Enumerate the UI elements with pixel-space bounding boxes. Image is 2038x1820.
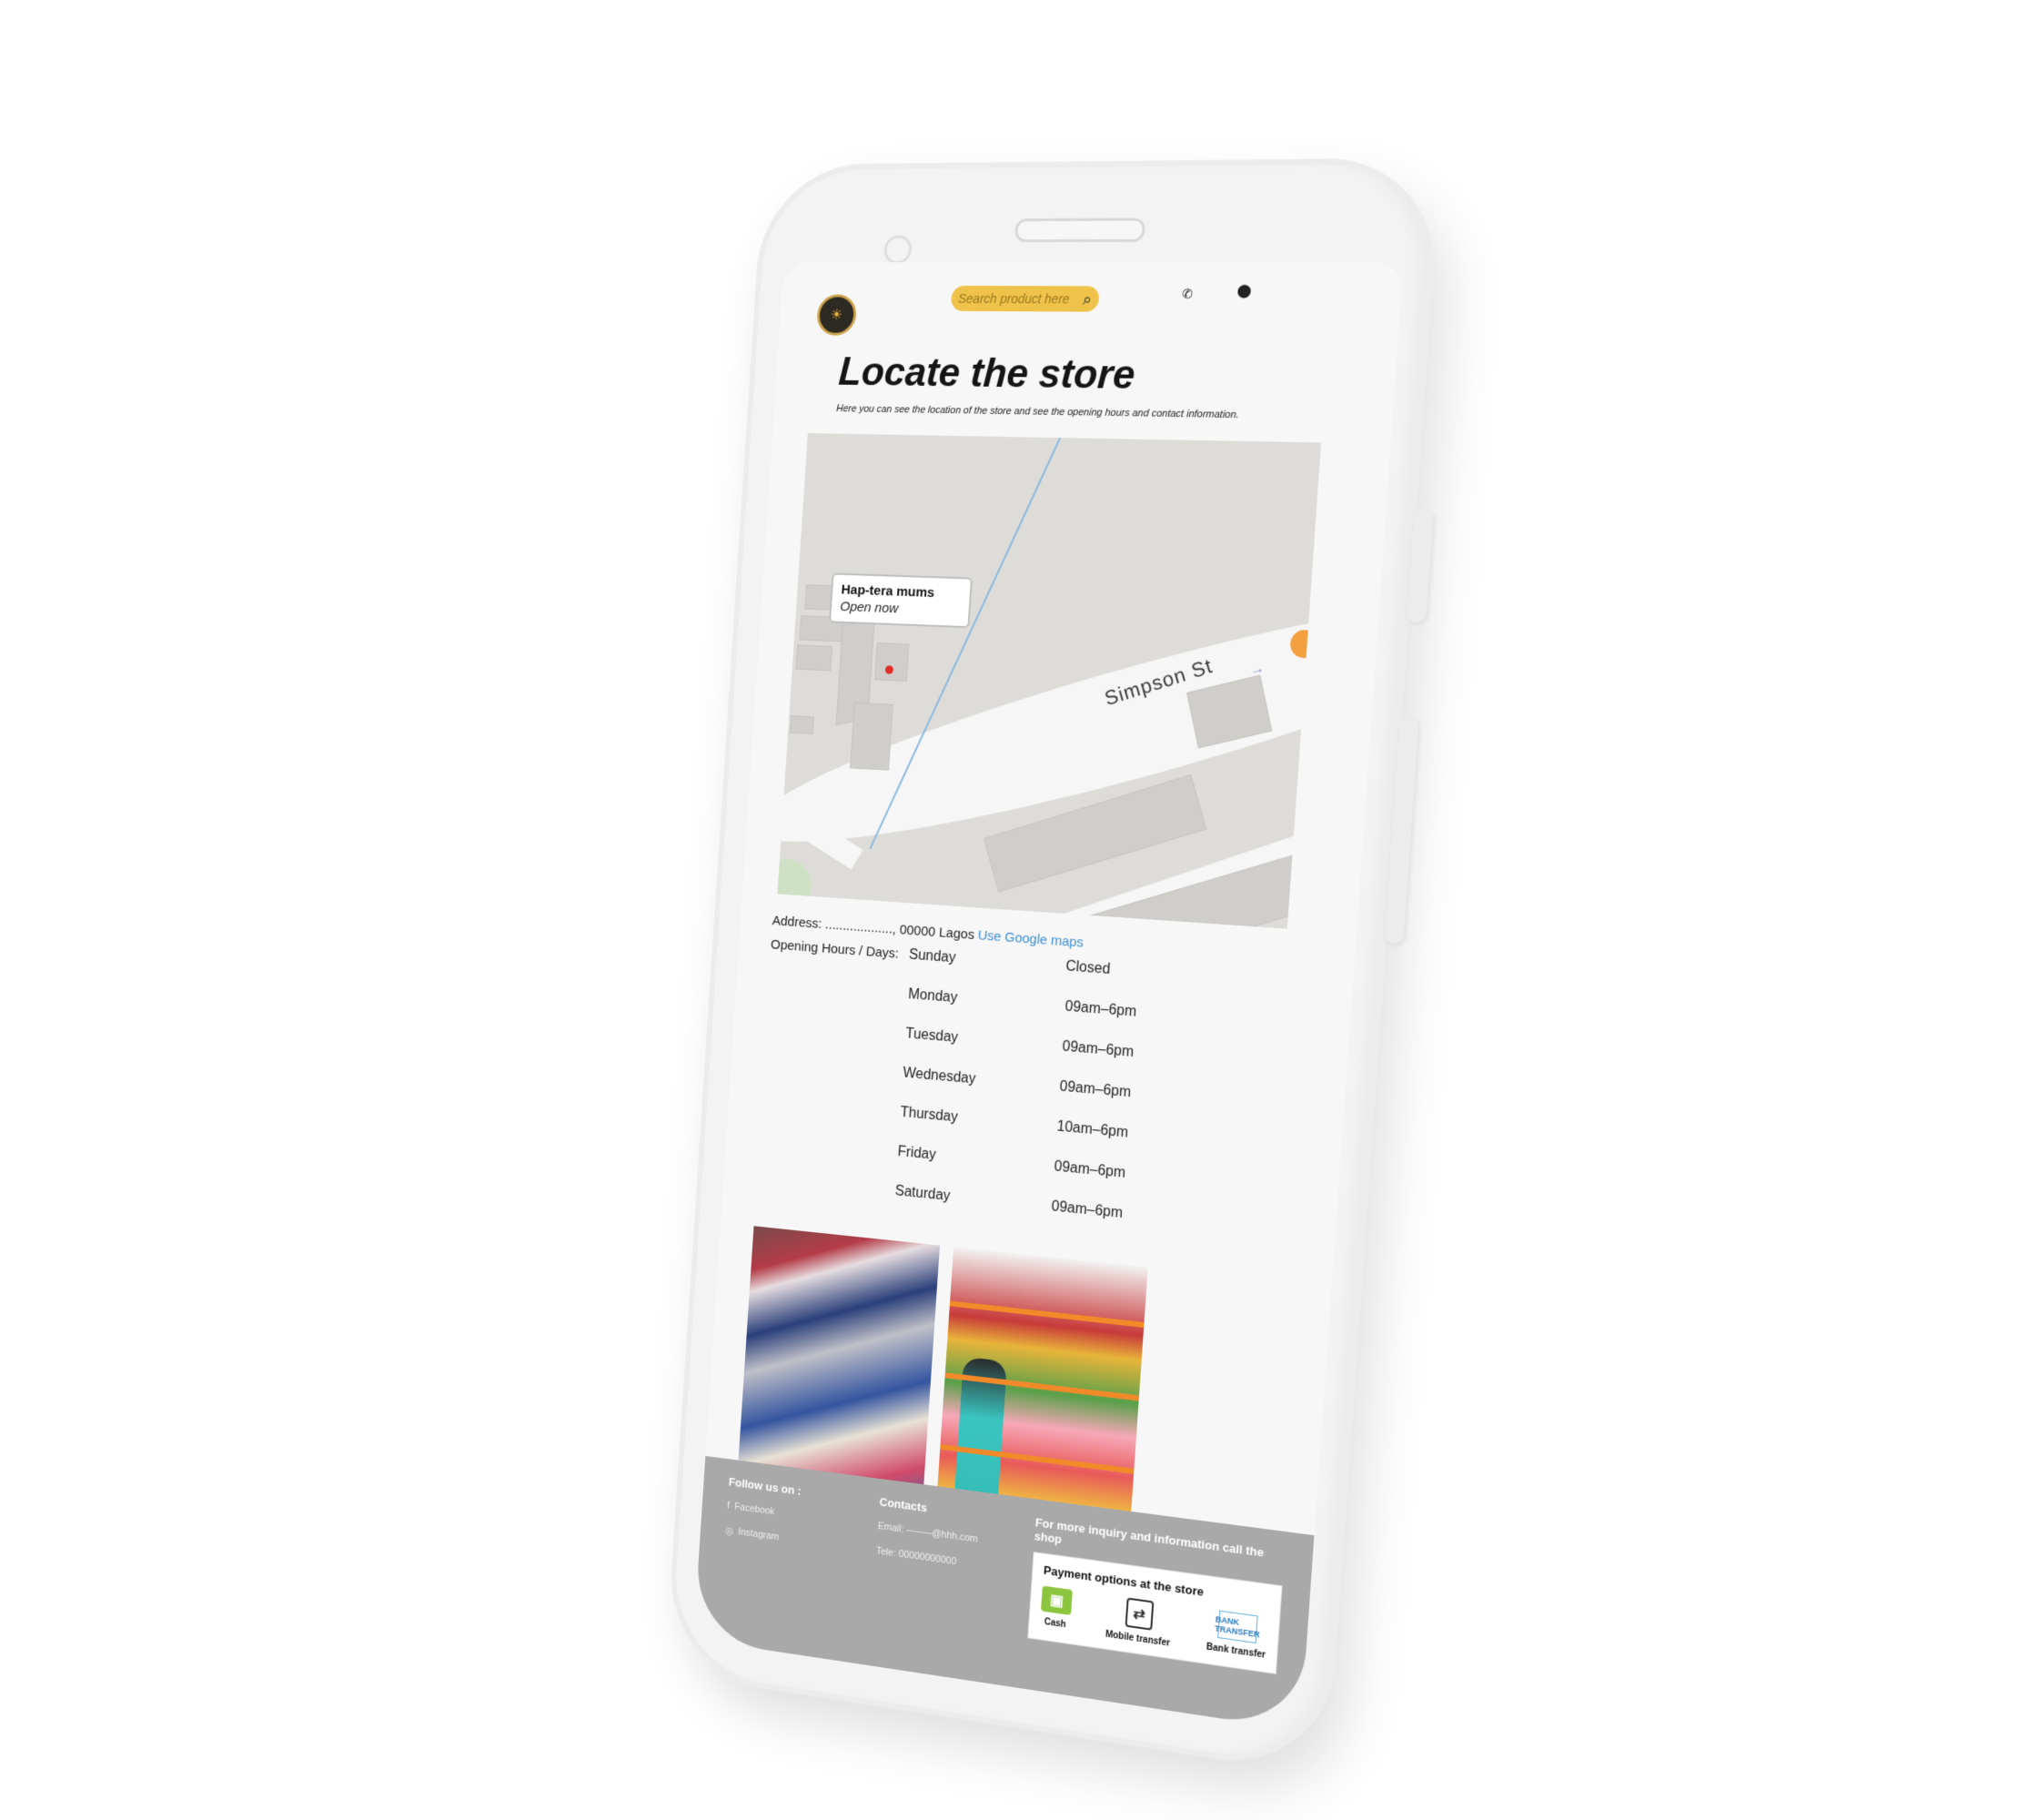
map-building <box>849 702 893 771</box>
store-name: Hap-tera mums <box>841 581 935 601</box>
payment-option-mobile: ⇄ Mobile transfer <box>1105 1595 1173 1649</box>
search-bar[interactable]: Search product here ⌕ <box>950 286 1100 312</box>
phone-icon[interactable]: ✆ <box>1182 287 1194 302</box>
footer-contacts: Contacts Email: --------@hhh.com Tele: 0… <box>870 1495 1010 1669</box>
page-title: Locate the store <box>837 349 1137 399</box>
store-status: Open now <box>839 599 899 617</box>
shelf-divider <box>940 1443 1135 1474</box>
email-text[interactable]: Email: --------@hhh.com <box>877 1521 1007 1549</box>
phone-speaker <box>1014 217 1146 243</box>
footer-social: Follow us on : f Facebook ◎ Instagram <box>719 1475 854 1646</box>
address-text: Address: ..................., 00000 Lago… <box>772 913 975 943</box>
footer-follow-title: Follow us on : <box>728 1474 802 1498</box>
payment-option-label: Bank transfer <box>1206 1642 1266 1661</box>
hours-day: Sunday <box>908 946 956 966</box>
location-pin-icon[interactable]: ⬤ <box>1236 283 1252 298</box>
footer-contacts-title: Contacts <box>879 1494 928 1515</box>
map-marker-icon[interactable]: ● <box>883 657 895 681</box>
tele-text[interactable]: Tele: 00000000000 <box>876 1545 1006 1573</box>
payment-option-label: Cash <box>1044 1616 1066 1631</box>
hours-label: Opening Hours / Days: <box>770 936 900 962</box>
search-icon[interactable]: ⌕ <box>1082 289 1092 308</box>
google-maps-link[interactable]: Use Google maps <box>977 927 1084 950</box>
payment-option-label: Mobile transfer <box>1105 1629 1171 1649</box>
store-callout[interactable]: Hap-tera mums Open now <box>829 572 973 629</box>
bank-transfer-icon: BANK TRANSFER <box>1215 1610 1260 1643</box>
mobile-transfer-icon: ⇄ <box>1125 1597 1155 1631</box>
payment-option-bank: BANK TRANSFER Bank transfer <box>1206 1609 1268 1663</box>
map-building <box>789 715 814 734</box>
cash-icon: ▣ <box>1040 1585 1073 1616</box>
phone-mockup: ☀ Search product here ⌕ ✆ ⬤ Locate the s… <box>664 157 1442 1776</box>
page-subtitle: Here you can see the location of the sto… <box>835 403 1240 421</box>
search-input[interactable]: Search product here <box>958 291 1084 307</box>
shelf-divider <box>944 1372 1140 1401</box>
footer-inquiry-section: For more inquiry and information call th… <box>1025 1515 1286 1709</box>
screen: ☀ Search product here ⌕ ✆ ⬤ Locate the s… <box>693 262 1404 1731</box>
map-park <box>777 857 813 915</box>
store-map[interactable]: Simpson St → Hap-tera mums Open now ● <box>777 432 1322 929</box>
instagram-link[interactable]: ◎ Instagram <box>725 1525 851 1554</box>
facebook-label: Facebook <box>733 1501 775 1518</box>
hours-time: Closed <box>1064 958 1111 978</box>
facebook-link[interactable]: f Facebook <box>727 1501 853 1528</box>
payment-option-cash: ▣ Cash <box>1040 1585 1073 1634</box>
store-logo-icon[interactable]: ☀ <box>815 294 858 336</box>
instagram-label: Instagram <box>738 1526 780 1543</box>
opening-hours: Opening Hours / Days: Sunday Closed Mond… <box>753 937 1353 1269</box>
facebook-icon: f <box>726 1500 731 1512</box>
map-poi-marker[interactable] <box>1289 629 1320 659</box>
store-info: Address: ..................., 00000 Lago… <box>753 913 1355 1268</box>
instagram-icon: ◎ <box>724 1525 734 1538</box>
top-bar: ☀ Search product here ⌕ ✆ ⬤ <box>779 262 1404 348</box>
shelf-divider <box>949 1300 1145 1328</box>
map-building <box>795 644 832 672</box>
